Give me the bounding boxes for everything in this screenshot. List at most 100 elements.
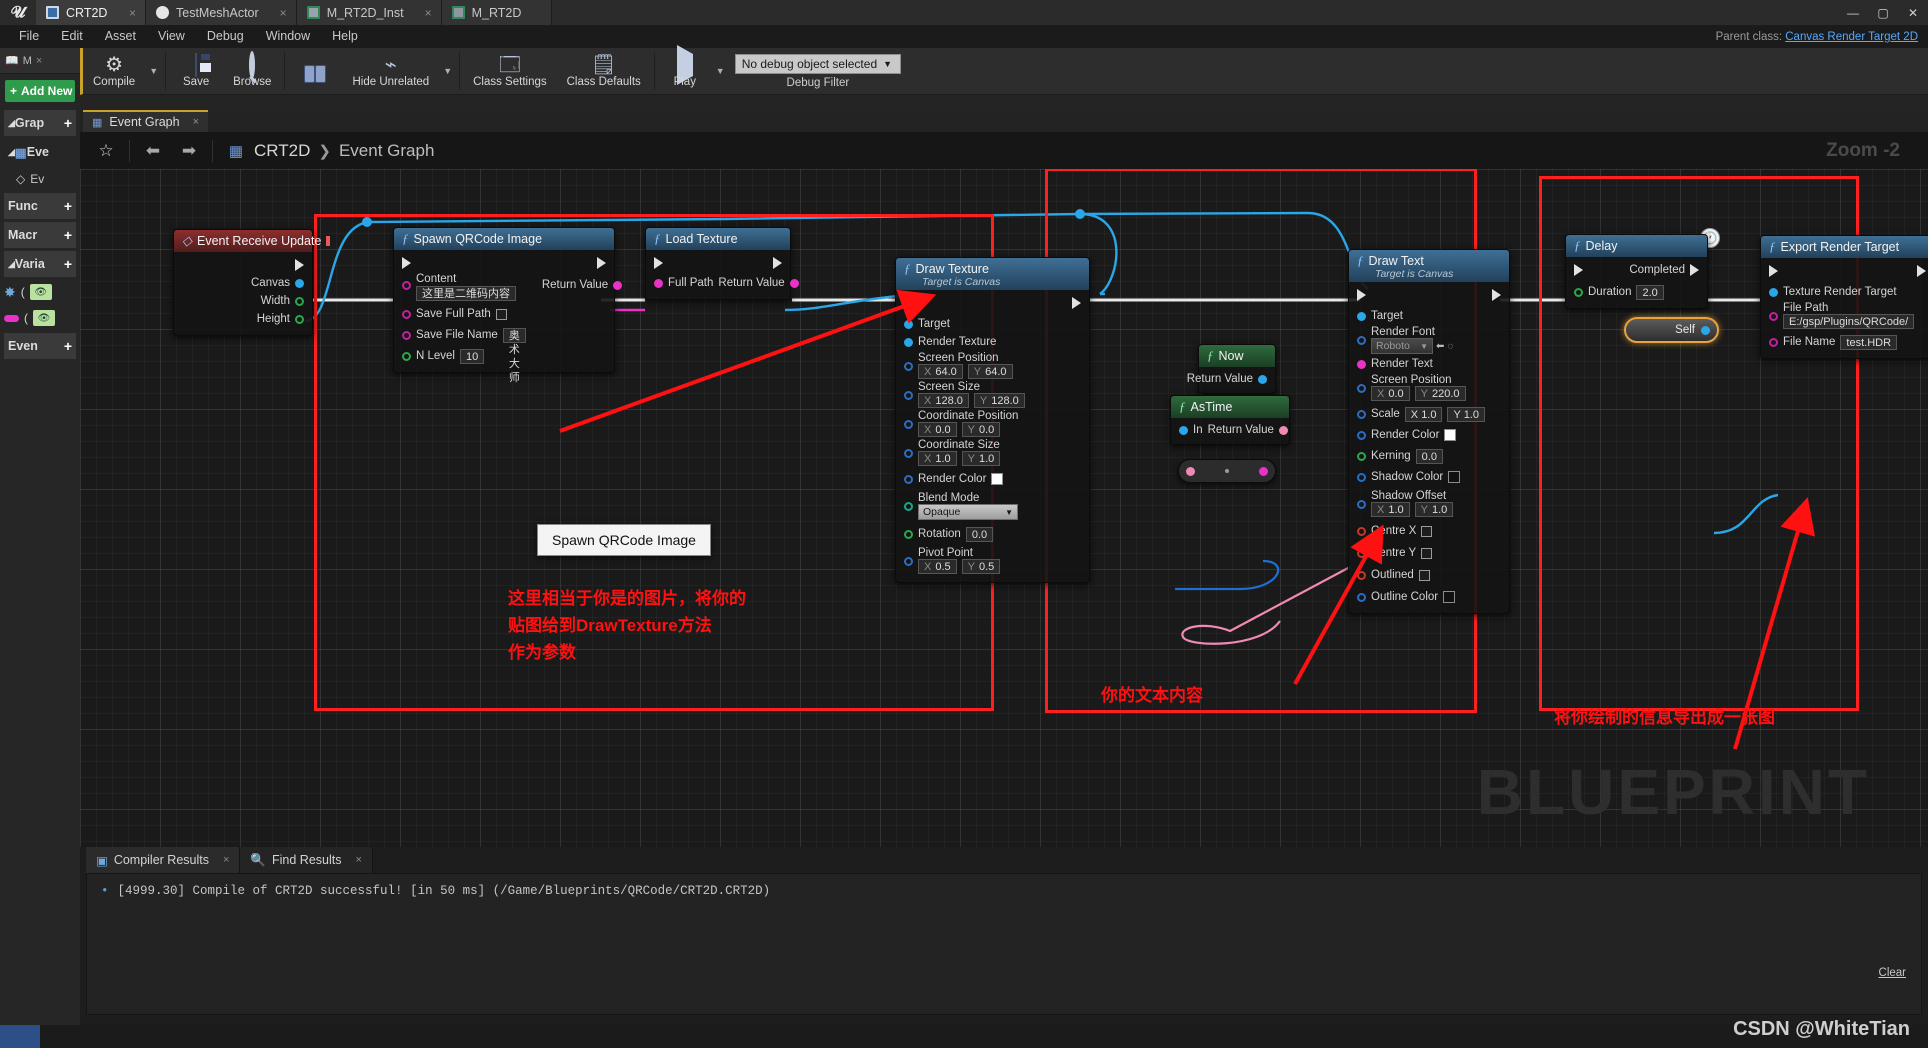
pivot-point-x[interactable]: X0.5 (918, 559, 957, 574)
node-exec-row[interactable] (646, 254, 790, 272)
input-pin[interactable] (1186, 467, 1195, 476)
add-new-button[interactable]: + Add New (5, 80, 75, 102)
hide-unrelated-button[interactable]: ⌁ Hide Unrelated (342, 48, 439, 95)
node-pin-screen-position[interactable]: Screen Position X64.0 Y64.0 (896, 351, 1089, 380)
back-arrow-icon[interactable]: ⬅ (135, 132, 171, 169)
node-pin-outline-color[interactable]: Outline Color (1349, 588, 1509, 606)
node-collapsed-append[interactable] (1178, 459, 1276, 483)
node-pin-shadow-offset[interactable]: Shadow Offset X1.0 Y1.0 (1349, 489, 1509, 518)
favorite-star-icon[interactable]: ☆ (88, 132, 124, 169)
sidebar-item-functions[interactable]: Func + (4, 193, 76, 219)
node-pin-file-path[interactable]: File Path E:/gsp/Plugins/QRCode/ (1761, 301, 1928, 330)
close-icon[interactable]: × (223, 854, 229, 866)
visible-eye-icon[interactable]: 👁 (30, 284, 52, 300)
tab-find-results[interactable]: 🔍 Find Results × (240, 847, 373, 873)
variable-row-string[interactable]: ( 👁 (4, 306, 76, 330)
node-pin-centre-y[interactable]: Centre Y (1349, 544, 1509, 562)
node-pin-render-texture[interactable]: Render Texture (896, 333, 1089, 351)
node-pin-width[interactable]: Width (174, 292, 312, 310)
input-pin[interactable] (904, 362, 913, 371)
node-pin-screen-size[interactable]: Screen Size X128.0 Y128.0 (896, 380, 1089, 409)
output-pin[interactable] (790, 279, 799, 288)
node-spawn-qrcode-image[interactable]: ƒ Spawn QRCode Image Content 这里是二维码内容 (393, 227, 615, 373)
plus-icon[interactable]: + (64, 256, 72, 272)
node-exec-row[interactable] (896, 294, 1089, 312)
node-pin-scale[interactable]: Scale X 1.0 Y 1.0 (1349, 405, 1509, 423)
node-draw-texture[interactable]: ƒ Draw Texture Target is Canvas Target R… (895, 257, 1090, 583)
outline-color-swatch[interactable] (1443, 591, 1455, 603)
input-pin[interactable] (402, 352, 411, 361)
node-astime[interactable]: ƒ AsTime In Return Value (1170, 395, 1290, 445)
input-pin[interactable] (1357, 384, 1366, 393)
node-pin-blend-mode[interactable]: Blend Mode Opaque ▼ (896, 491, 1089, 521)
node-pin-render-color[interactable]: Render Color (1349, 426, 1509, 444)
input-pin[interactable] (1769, 288, 1778, 297)
node-pin-content[interactable]: Content 这里是二维码内容 (394, 272, 534, 302)
node-exec-row[interactable] (1349, 286, 1509, 304)
input-pin[interactable] (904, 391, 913, 400)
input-pin[interactable] (904, 530, 913, 539)
node-pin-render-color[interactable]: Render Color (896, 470, 1089, 488)
node-exec-row[interactable] (394, 254, 614, 272)
render-color-swatch[interactable] (991, 473, 1003, 485)
menu-item-help[interactable]: Help (321, 25, 369, 48)
menu-item-debug[interactable]: Debug (196, 25, 255, 48)
variable-row-object[interactable]: ✸ ( 👁 (4, 280, 76, 304)
sidebar-item-macros[interactable]: Macr + (4, 222, 76, 248)
screen-position-x[interactable]: X64.0 (918, 364, 963, 379)
exec-out-pin[interactable] (1072, 297, 1081, 309)
class-settings-button[interactable]: 🗔 Class Settings (463, 48, 557, 95)
exec-in-pin[interactable] (1574, 264, 1583, 276)
input-pin[interactable] (904, 475, 913, 484)
content-input[interactable]: 这里是二维码内容 (416, 286, 516, 301)
input-pin[interactable] (1179, 426, 1188, 435)
screen-size-y[interactable]: Y128.0 (974, 393, 1025, 408)
browse-button[interactable]: Browse (223, 48, 281, 95)
node-pin-coordinate-size[interactable]: Coordinate Size X1.0 Y1.0 (896, 438, 1089, 467)
render-font-select[interactable]: Roboto ▼ (1371, 338, 1433, 354)
input-pin[interactable] (1574, 288, 1583, 297)
output-pin[interactable] (1701, 326, 1710, 335)
menu-item-edit[interactable]: Edit (50, 25, 94, 48)
close-icon[interactable]: × (355, 854, 361, 866)
screen-position-y[interactable]: Y64.0 (968, 364, 1013, 379)
exec-out-pin[interactable] (773, 257, 782, 269)
node-pin-outlined[interactable]: Outlined (1349, 566, 1509, 584)
plus-icon[interactable]: + (64, 198, 72, 214)
play-button[interactable]: Play (658, 48, 712, 95)
breakpoint-box-icon[interactable] (326, 236, 330, 246)
window-tab-mrt2dinst[interactable]: M_RT2D_Inst × (297, 0, 442, 25)
compiler-results-content[interactable]: • [4999.30] Compile of CRT2D successful!… (86, 873, 1922, 1015)
maximize-button[interactable]: ▢ (1868, 0, 1898, 25)
exec-out-pin[interactable] (1690, 264, 1699, 276)
window-tab-testmeshactor[interactable]: TestMeshActor × (146, 0, 297, 25)
sidebar-item-event[interactable]: ◇ Ev (0, 168, 80, 190)
clear-log-button[interactable]: Clear (1879, 967, 1906, 979)
input-pin[interactable] (1357, 360, 1366, 369)
input-pin[interactable] (904, 420, 913, 429)
input-pin[interactable] (1357, 549, 1366, 558)
input-pin[interactable] (1357, 410, 1366, 419)
node-exec-row[interactable] (1761, 262, 1928, 280)
browse-find-icon[interactable]: ◌ (1447, 341, 1453, 352)
node-pin-file-name[interactable]: File Name test.HDR (1761, 333, 1928, 351)
node-now[interactable]: ƒ Now Return Value (1198, 344, 1276, 394)
close-icon[interactable]: × (115, 6, 136, 20)
file-name-input[interactable]: test.HDR (1840, 335, 1897, 350)
input-pin[interactable] (1357, 473, 1366, 482)
input-pin[interactable] (1357, 312, 1366, 321)
outlined-checkbox[interactable] (1419, 570, 1430, 581)
window-tab-mrt2d[interactable]: M_RT2D (442, 0, 552, 25)
input-pin[interactable] (904, 557, 913, 566)
node-pin-rotation[interactable]: Rotation 0.0 (896, 525, 1089, 543)
node-pin-row[interactable]: In Return Value (1171, 421, 1289, 439)
node-self[interactable]: Self (1624, 317, 1719, 343)
input-pin[interactable] (1769, 312, 1778, 321)
compile-dropdown-caret-icon[interactable]: ▼ (145, 66, 162, 76)
scale-x[interactable]: X 1.0 (1405, 407, 1443, 422)
breadcrumb-root[interactable]: CRT2D (254, 141, 310, 161)
menu-item-window[interactable]: Window (255, 25, 321, 48)
input-pin[interactable] (1357, 593, 1366, 602)
input-pin[interactable] (904, 449, 913, 458)
close-button[interactable]: ✕ (1898, 0, 1928, 25)
